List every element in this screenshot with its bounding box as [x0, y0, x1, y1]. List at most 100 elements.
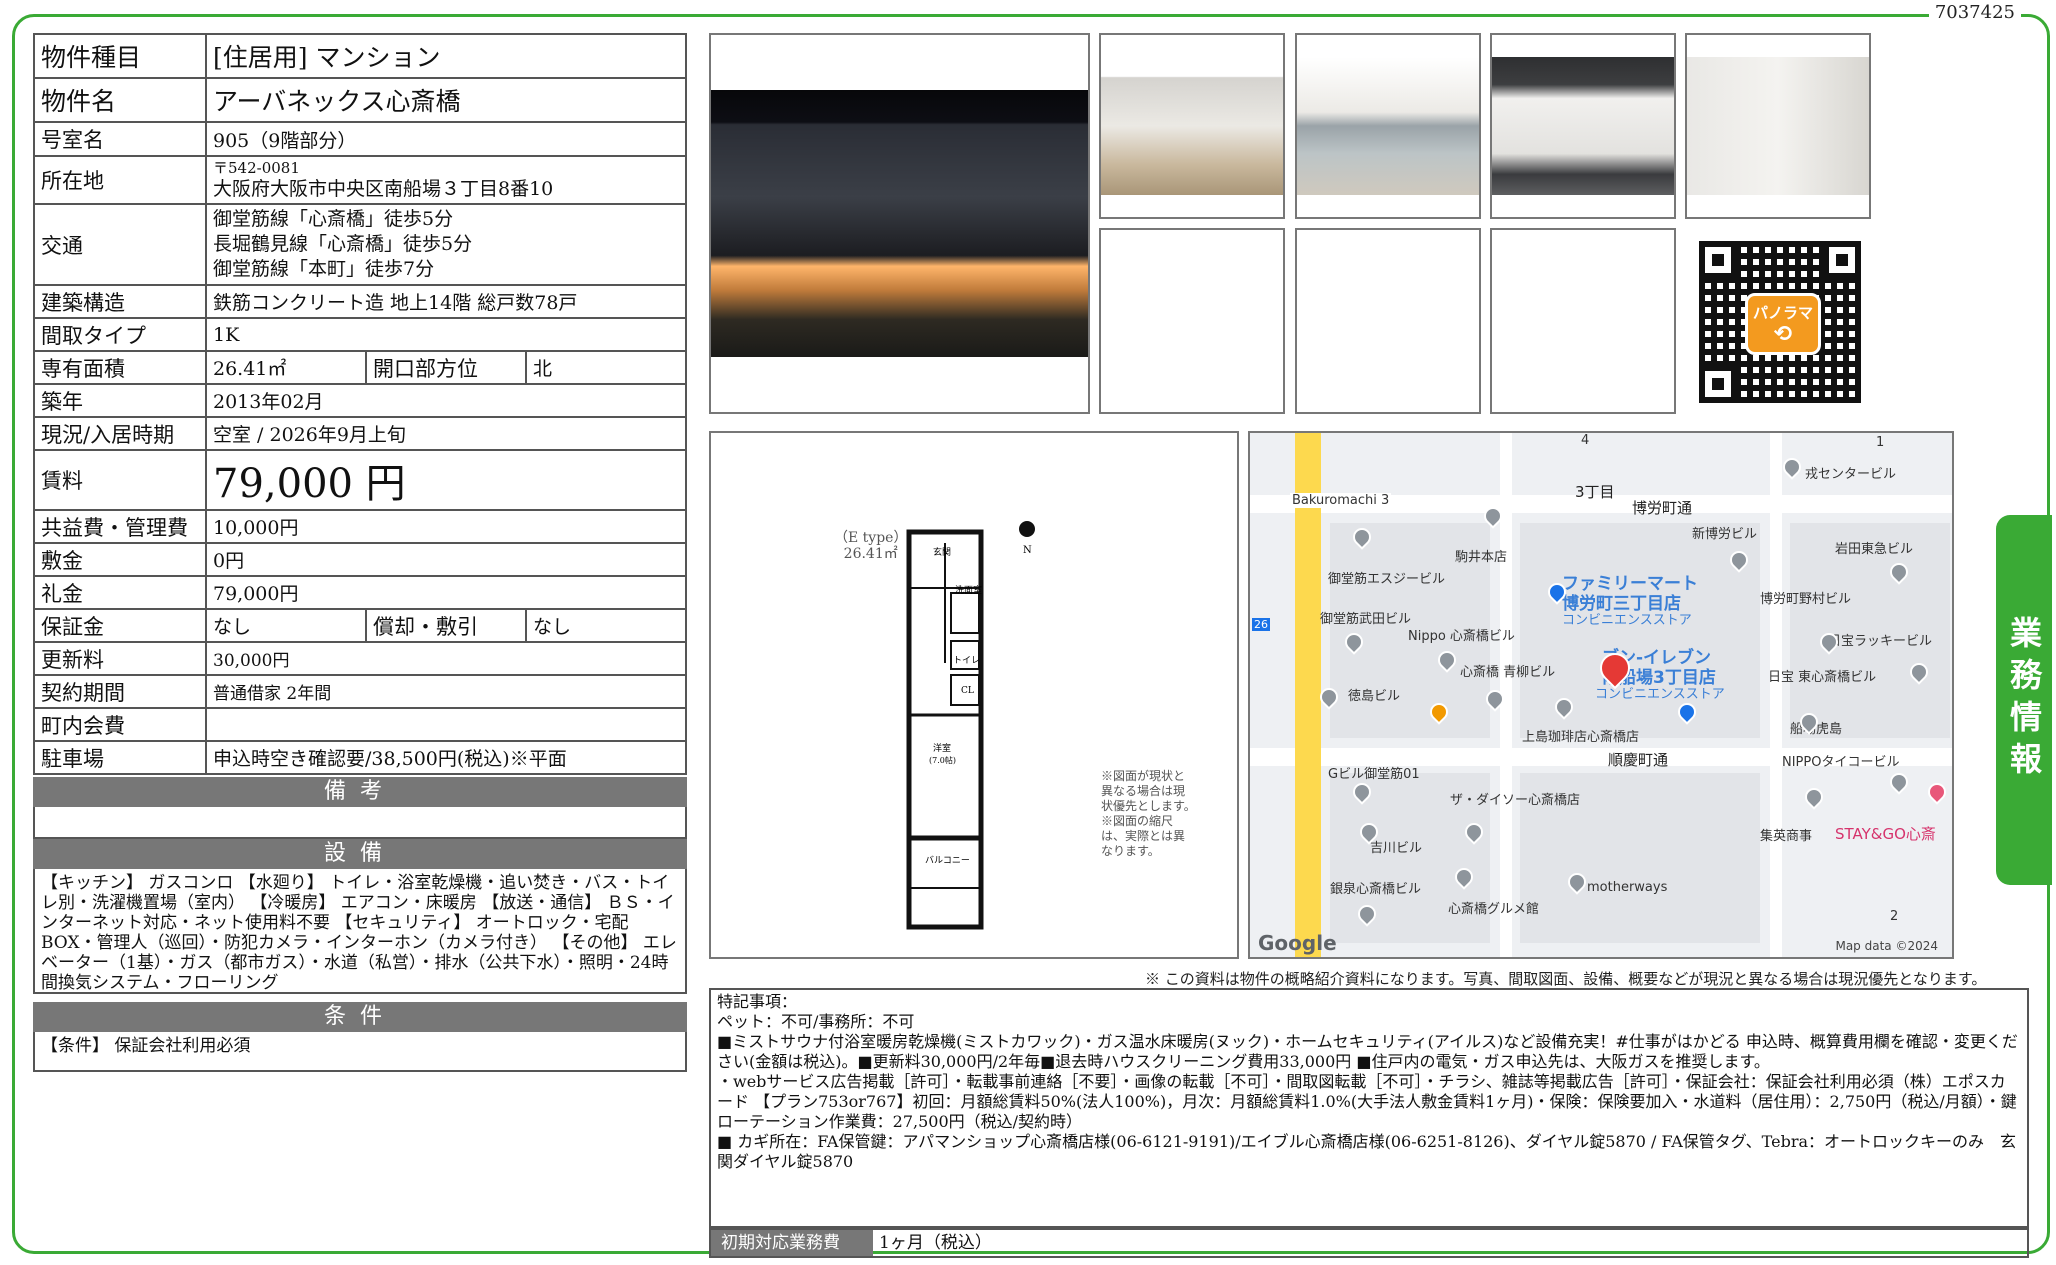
equipment-body: 【キッチン】 ガスコンロ 【水廻り】 トイレ・浴室乾燥機・追い焚き・バス・トイレ… — [33, 869, 687, 994]
map-pin-icon[interactable] — [1801, 784, 1827, 810]
map-label: 吉川ビル — [1370, 841, 1423, 856]
map-label: 順慶町通 — [1608, 751, 1669, 769]
remarks-line: 特記事項： — [717, 992, 798, 1011]
map-label: 1 — [1876, 435, 1885, 450]
map-label: STAY&GO心斎 — [1835, 825, 1936, 843]
map-label: NIPPOタイコービル — [1782, 755, 1900, 770]
value-common-fee: 10,000円 — [205, 509, 687, 544]
value-area: 26.41㎡ — [205, 350, 367, 385]
map-label: ザ・ダイソー心斎橋店 — [1450, 793, 1581, 808]
interior-photo-2[interactable] — [1295, 33, 1481, 219]
label-deposit: 敷金 — [33, 542, 207, 577]
empty-photo-slot — [1099, 228, 1285, 414]
label-room: 号室名 — [33, 121, 207, 157]
map-pin-icon[interactable] — [1886, 769, 1912, 795]
map-label: Nippo 心斎橋ビル — [1408, 629, 1515, 644]
label-address: 所在地 — [33, 155, 207, 205]
interior-photo-1[interactable] — [1099, 33, 1285, 219]
value-guarantee: なし — [205, 608, 367, 643]
value-name: アーバネックス心斎橋 — [205, 77, 687, 123]
qr-finder — [1699, 241, 1737, 279]
remarks-line: ■ミストサウナ付浴室暖房乾燥機(ミストカワック)・ガス温水床暖房(ヌック)・ホー… — [717, 1032, 2018, 1071]
value-structure: 鉄筋コンクリート造 地上14階 総戸数78戸 — [205, 284, 687, 319]
value-layout: 1K — [205, 317, 687, 352]
room-label: (7.0帖) — [929, 755, 956, 765]
label-built: 築年 — [33, 383, 207, 418]
map-label: 4 — [1581, 433, 1590, 448]
kitchen-photo[interactable] — [1490, 33, 1676, 219]
hotel-pin-icon[interactable] — [1924, 779, 1950, 805]
conditions-header: 条件 — [33, 1002, 687, 1032]
map-label: 日宝 東心斎橋ビル — [1768, 670, 1877, 685]
remarks-line: ペット：不可/事務所：不可 — [717, 1012, 915, 1031]
room-label: トイレ — [953, 656, 980, 666]
rotate-icon: ⟲ — [1773, 322, 1793, 347]
value-orientation: 北 — [525, 350, 687, 385]
side-tab-label: 業務情報 — [2005, 616, 2043, 784]
value-type: [住居用] マンション — [205, 33, 687, 79]
postal-code: 〒542-0081 — [213, 158, 300, 177]
google-logo: Google — [1258, 931, 1337, 955]
floor-plan[interactable]: （E type） 26.41㎡ 玄関 洗面室 トイレ CL 洋室 (7.0帖) … — [709, 431, 1239, 959]
room-label: CL — [961, 686, 974, 696]
conditions-body: 【条件】 保証会社利用必須 — [33, 1032, 687, 1072]
north-arrow: N — [1023, 545, 1032, 556]
value-built: 2013年02月 — [205, 383, 687, 418]
value-parking: 申込時空き確認要/38,500円(税込)※平面 — [205, 740, 687, 775]
document-id: 7037425 — [1928, 2, 2021, 23]
empty-photo-slot — [1295, 228, 1481, 414]
value-amortization: なし — [525, 608, 687, 643]
location-map[interactable]: Bakuromachi 3 3丁目 博労町通 4 1 2 26 戎センタービル … — [1248, 431, 1954, 959]
map-label: 御堂筋エスジービル — [1328, 572, 1446, 587]
value-town-fee — [205, 707, 687, 742]
business-info-tab[interactable]: 業務情報 — [1996, 515, 2052, 885]
map-label: motherways — [1587, 880, 1668, 895]
label-guarantee: 保証金 — [33, 608, 207, 643]
label-renewal: 更新料 — [33, 641, 207, 676]
map-label: 新博労ビル — [1692, 527, 1758, 542]
disclaimer: ※ この資料は物件の概略紹介資料になります。写真、間取図面、設備、概要などが現況… — [1145, 970, 1987, 988]
room-label: 洋室 — [933, 742, 951, 754]
map-label: 集英商事 — [1760, 829, 1813, 844]
panorama-qr-code[interactable]: パノラマ ⟲ — [1695, 237, 1865, 407]
map-label: 駒井本店 — [1455, 550, 1508, 565]
label-town-fee: 町内会費 — [33, 707, 207, 742]
initial-fee-value: 1ヶ月（税込） — [879, 1233, 992, 1253]
initial-fee-row: 初期対応業務費 1ヶ月（税込） — [709, 1228, 2029, 1258]
access-line: 御堂筋線「心斎橋」徒歩5分 — [213, 208, 454, 230]
map-label: 心斎橋 青柳ビル — [1460, 665, 1556, 680]
map-label: 26 — [1252, 618, 1270, 631]
label-key-money: 礼金 — [33, 575, 207, 610]
label-orientation: 開口部方位 — [365, 350, 527, 385]
panorama-badge: パノラマ ⟲ — [1745, 293, 1821, 355]
map-label: 心斎橋グルメ館 — [1448, 902, 1540, 917]
label-amortization: 償却・敷引 — [365, 608, 527, 643]
empty-photo-slot — [1490, 228, 1676, 414]
label-contract: 契約期間 — [33, 674, 207, 709]
exterior-image — [711, 90, 1088, 357]
value-deposit: 0円 — [205, 542, 687, 577]
entrance-photo[interactable] — [1685, 33, 1871, 219]
value-renewal: 30,000円 — [205, 641, 687, 676]
map-label: 3丁目 — [1575, 483, 1615, 501]
label-access: 交通 — [33, 203, 207, 286]
map-attribution: Map data ©2024 — [1835, 939, 1938, 953]
map-label: Bakuromachi 3 — [1290, 493, 1392, 508]
value-key-money: 79,000円 — [205, 575, 687, 610]
qr-finder — [1823, 241, 1861, 279]
value-contract: 普通借家 2年間 — [205, 674, 687, 709]
panorama-badge-label: パノラマ — [1752, 304, 1813, 322]
value-room: 905（9階部分） — [205, 121, 687, 157]
map-label: 銀泉心斎橋ビル — [1330, 882, 1422, 897]
qr-finder — [1699, 365, 1737, 403]
map-label: 徳島ビル — [1348, 689, 1401, 704]
property-table: 物件種目 [住居用] マンション 物件名 アーバネックス心斎橋 号室名 905（… — [33, 33, 687, 775]
label-type: 物件種目 — [33, 33, 207, 79]
map-pin-icon[interactable] — [1779, 454, 1805, 480]
special-remarks: 特記事項： ペット：不可/事務所：不可 ■ミストサウナ付浴室暖房乾燥機(ミストカ… — [709, 988, 2029, 1228]
remarks-line: ■ カギ所在：FA保管鍵：アパマンショップ心斎橋店様(06-6121-9191)… — [717, 1132, 2017, 1171]
map-label: 戎センタービル — [1805, 467, 1897, 482]
label-structure: 建築構造 — [33, 284, 207, 319]
building-exterior-photo[interactable] — [709, 33, 1090, 414]
label-name: 物件名 — [33, 77, 207, 123]
